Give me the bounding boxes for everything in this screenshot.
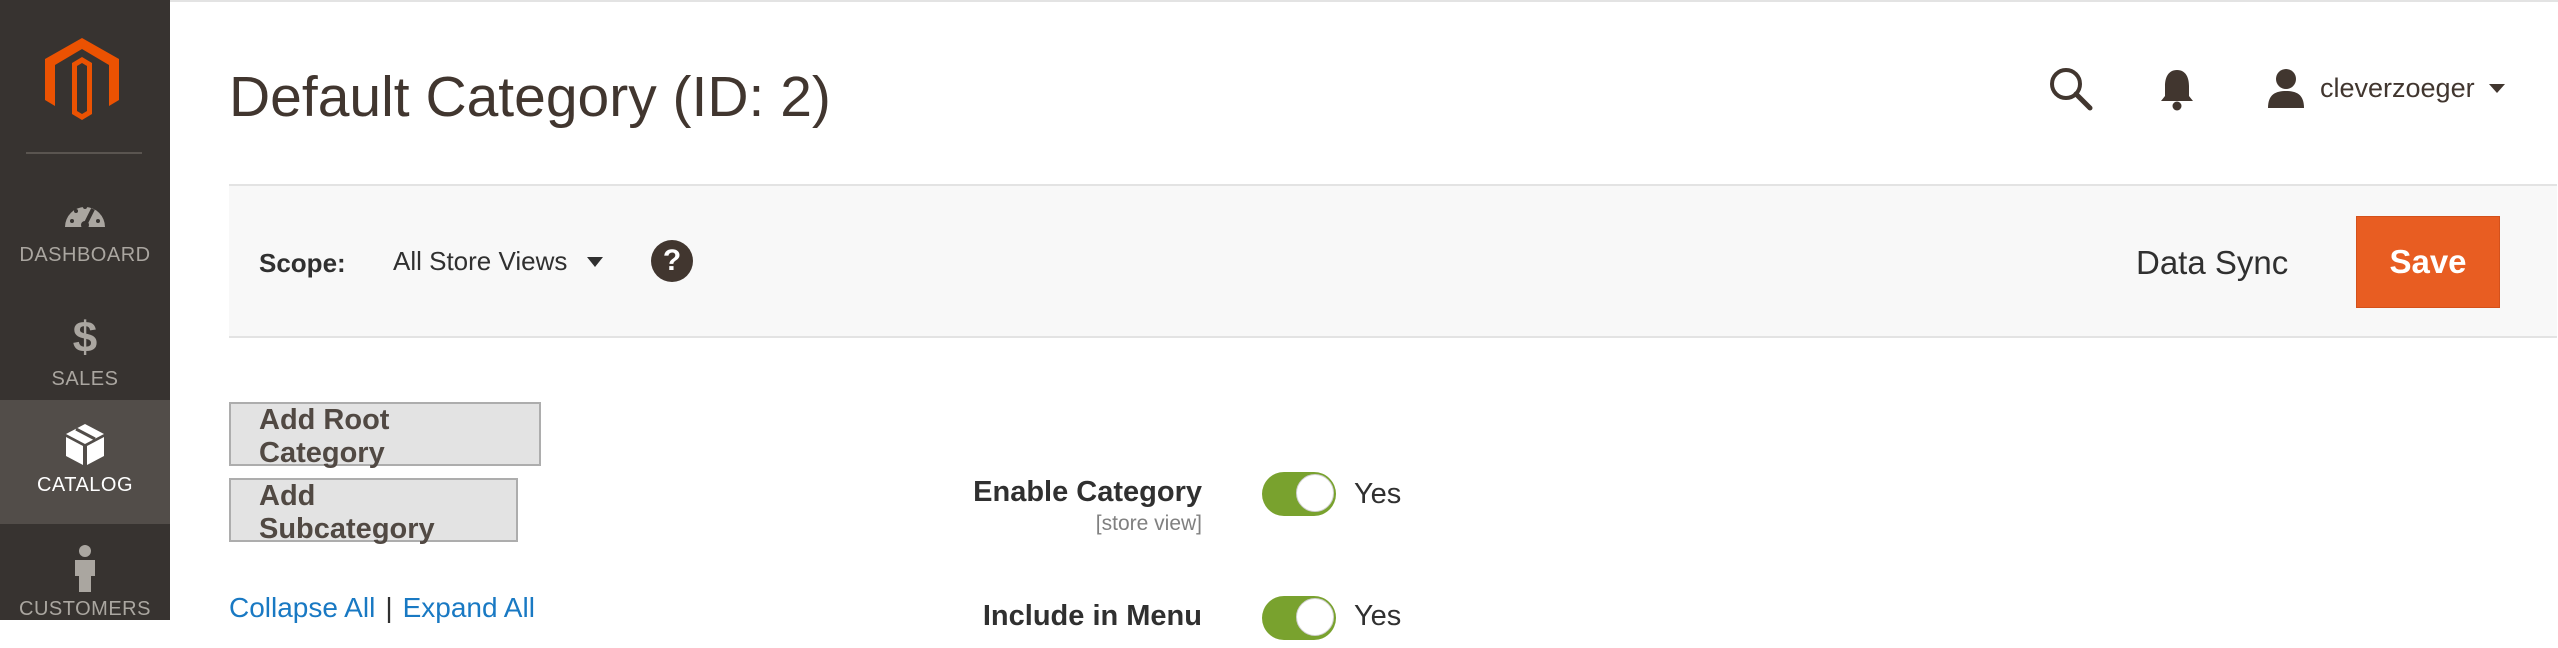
admin-sidebar: DASHBOARD $ SALES CATALOG CUSTOMERS xyxy=(0,0,170,620)
scope-label: Scope: xyxy=(259,248,346,278)
store-view-switcher[interactable]: All Store Views xyxy=(393,246,604,277)
enable-category-toggle[interactable] xyxy=(1262,472,1336,516)
store-view-selected: All Store Views xyxy=(393,246,568,276)
sidebar-item-label: SALES xyxy=(51,368,119,390)
dashboard-icon xyxy=(0,192,170,236)
include-in-menu-label: Include in Menu xyxy=(982,600,1202,632)
notifications-bell-icon[interactable] xyxy=(2158,66,2196,112)
top-border xyxy=(0,0,2558,2)
enable-category-value: Yes xyxy=(1354,478,1402,510)
include-in-menu-toggle[interactable] xyxy=(1262,596,1336,640)
sidebar-divider xyxy=(26,152,142,154)
sidebar-item-dashboard[interactable]: DASHBOARD xyxy=(0,170,170,294)
page-title: Default Category (ID: 2) xyxy=(229,65,831,129)
toggle-knob xyxy=(1296,598,1334,636)
sidebar-item-label: CATALOG xyxy=(36,474,134,496)
data-sync-button[interactable]: Data Sync xyxy=(2136,244,2288,282)
field-scope-label: [store view] xyxy=(1095,512,1202,535)
sidebar-item-label: CUSTOMERS xyxy=(19,598,151,620)
expand-all-link[interactable]: Expand All xyxy=(403,592,535,623)
chevron-down-icon xyxy=(2488,83,2505,93)
search-icon[interactable] xyxy=(2048,66,2094,112)
save-button[interactable]: Save xyxy=(2356,216,2500,308)
page-actions-bar: Scope: All Store Views ? Data Sync Save xyxy=(229,184,2557,338)
user-account-menu[interactable]: cleverzoeger xyxy=(2268,64,2505,112)
magento-logo-icon[interactable] xyxy=(45,38,119,120)
toggle-knob xyxy=(1296,474,1334,512)
user-icon xyxy=(2268,69,2304,108)
include-in-menu-value: Yes xyxy=(1354,600,1402,632)
dollar-icon: $ xyxy=(72,313,98,362)
sidebar-item-customers[interactable]: CUSTOMERS xyxy=(0,524,170,648)
add-root-category-button[interactable]: Add Root Category xyxy=(229,402,541,469)
help-icon[interactable]: ? xyxy=(651,240,693,282)
sidebar-item-label: DASHBOARD xyxy=(19,244,151,266)
person-icon xyxy=(0,545,170,592)
collapse-all-link[interactable]: Collapse All xyxy=(229,592,375,623)
separator: | xyxy=(385,592,393,623)
add-subcategory-button[interactable]: Add Subcategory xyxy=(229,478,518,545)
enable-category-label: Enable Category xyxy=(973,476,1202,508)
box-icon xyxy=(0,422,170,466)
tree-expand-controls: Collapse All | Expand All xyxy=(229,592,535,624)
chevron-down-icon xyxy=(587,256,604,267)
username: cleverzoeger xyxy=(2320,72,2475,103)
sidebar-item-catalog[interactable]: CATALOG xyxy=(0,400,170,524)
